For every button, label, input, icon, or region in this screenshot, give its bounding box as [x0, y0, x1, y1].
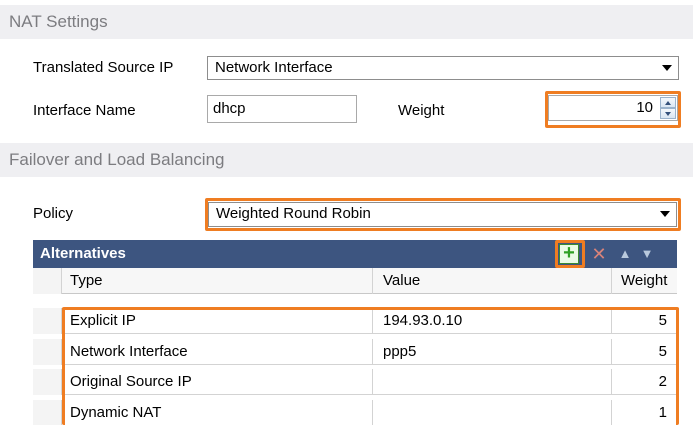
- translated-source-ip-value: Network Interface: [215, 59, 333, 76]
- weight-value: 10: [636, 99, 653, 116]
- policy-value: Weighted Round Robin: [216, 205, 371, 222]
- row-type[interactable]: Network Interface: [62, 339, 373, 365]
- chevron-down-icon: [660, 211, 670, 217]
- table-row[interactable]: Explicit IP 194.93.0.10 5: [33, 308, 677, 334]
- row-weight[interactable]: 2: [612, 369, 677, 395]
- failover-header: Failover and Load Balancing: [0, 143, 693, 177]
- interface-name-input[interactable]: dhcp: [207, 95, 357, 123]
- alternatives-title: Alternatives: [40, 245, 126, 262]
- row-selector[interactable]: [33, 308, 62, 334]
- row-selector[interactable]: [33, 369, 62, 395]
- table-row[interactable]: Original Source IP 2: [33, 369, 677, 395]
- row-selector[interactable]: [33, 339, 62, 365]
- row-weight[interactable]: 1: [612, 400, 677, 425]
- row-value[interactable]: ppp5: [373, 339, 612, 365]
- spin-up-button[interactable]: [660, 97, 676, 108]
- row-selector[interactable]: [33, 400, 62, 425]
- delete-icon[interactable]: ✕: [589, 244, 609, 264]
- alternatives-table: Type Value Weight Explicit IP 194.93.0.1…: [33, 268, 677, 425]
- weight-spinner[interactable]: 10: [548, 95, 678, 121]
- nat-settings-header: NAT Settings: [0, 5, 693, 39]
- row-selector-header: [33, 268, 62, 294]
- weight-label: Weight: [398, 102, 445, 119]
- arrow-down-icon[interactable]: ▼: [637, 244, 657, 264]
- translated-source-ip-select[interactable]: Network Interface: [207, 56, 679, 80]
- policy-select[interactable]: Weighted Round Robin: [208, 202, 677, 227]
- translated-source-ip-label: Translated Source IP: [33, 59, 174, 76]
- row-type[interactable]: Original Source IP: [62, 369, 373, 395]
- add-icon[interactable]: +: [559, 243, 579, 264]
- row-value[interactable]: 194.93.0.10: [373, 308, 612, 334]
- table-header-row: Type Value Weight: [33, 268, 677, 294]
- row-value[interactable]: [373, 400, 612, 425]
- row-type[interactable]: Dynamic NAT: [62, 400, 373, 425]
- table-row[interactable]: Network Interface ppp5 5: [33, 339, 677, 365]
- table-row[interactable]: Dynamic NAT 1: [33, 400, 677, 425]
- row-weight[interactable]: 5: [612, 308, 677, 334]
- column-header-value[interactable]: Value: [373, 268, 612, 294]
- arrow-up-icon[interactable]: ▲: [615, 244, 635, 264]
- alternatives-header: Alternatives + ✕ ▲ ▼: [33, 240, 677, 268]
- column-header-type[interactable]: Type: [62, 268, 373, 294]
- row-value[interactable]: [373, 369, 612, 395]
- policy-label: Policy: [33, 205, 74, 222]
- column-header-weight[interactable]: Weight: [612, 268, 677, 294]
- row-weight[interactable]: 5: [612, 339, 677, 365]
- interface-name-label: Interface Name: [33, 102, 136, 119]
- spin-down-button[interactable]: [660, 108, 676, 119]
- row-type[interactable]: Explicit IP: [62, 308, 373, 334]
- chevron-down-icon: [662, 65, 672, 71]
